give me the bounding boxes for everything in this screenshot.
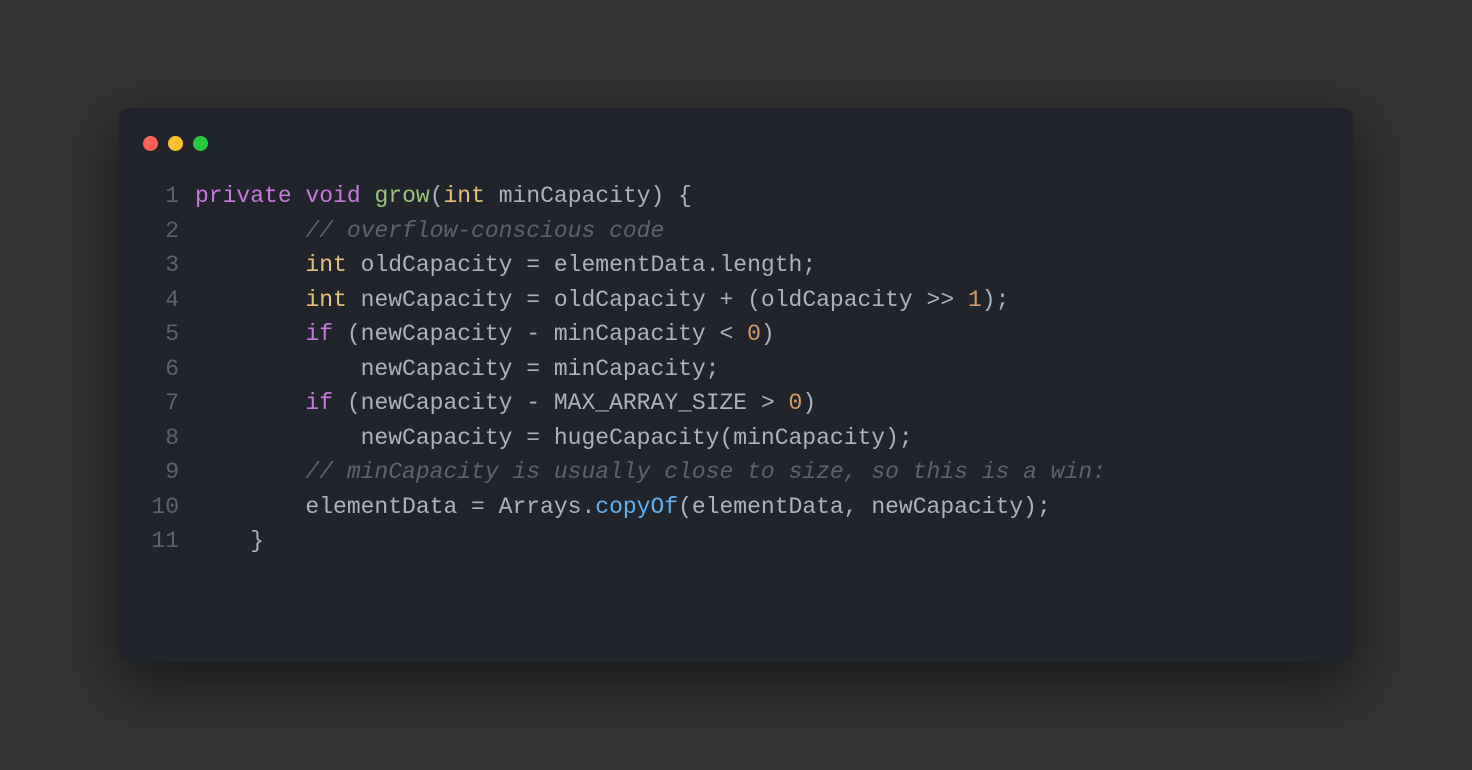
code-token: elementData = Arrays. <box>195 494 595 520</box>
code-token: // overflow-conscious code <box>305 218 664 244</box>
code-line: 10 elementData = Arrays.copyOf(elementDa… <box>119 490 1353 525</box>
line-number: 1 <box>119 179 195 214</box>
code-line: 3 int oldCapacity = elementData.length; <box>119 248 1353 283</box>
code-token <box>195 459 305 485</box>
code-window: 1private void grow(int minCapacity) {2 /… <box>119 108 1353 662</box>
code-line: 8 newCapacity = hugeCapacity(minCapacity… <box>119 421 1353 456</box>
zoom-icon[interactable] <box>193 136 208 151</box>
minimize-icon[interactable] <box>168 136 183 151</box>
code-token: if <box>305 390 333 416</box>
code-token: 1 <box>968 287 982 313</box>
line-number: 5 <box>119 317 195 352</box>
line-content: elementData = Arrays.copyOf(elementData,… <box>195 490 1051 525</box>
line-content: int oldCapacity = elementData.length; <box>195 248 816 283</box>
code-token <box>292 183 306 209</box>
line-number: 2 <box>119 214 195 249</box>
code-token: int <box>305 287 346 313</box>
code-token <box>195 218 305 244</box>
code-line: 11 } <box>119 524 1353 559</box>
code-token: grow <box>374 183 429 209</box>
code-token: minCapacity) { <box>485 183 692 209</box>
code-token <box>361 183 375 209</box>
code-token: ( <box>430 183 444 209</box>
window-titlebar <box>119 132 1353 179</box>
code-token: newCapacity = minCapacity; <box>195 356 720 382</box>
code-token: } <box>195 528 264 554</box>
line-content: private void grow(int minCapacity) { <box>195 179 692 214</box>
code-token: (newCapacity - MAX_ARRAY_SIZE > <box>333 390 788 416</box>
line-content: } <box>195 524 264 559</box>
code-line: 7 if (newCapacity - MAX_ARRAY_SIZE > 0) <box>119 386 1353 421</box>
line-number: 9 <box>119 455 195 490</box>
line-number: 4 <box>119 283 195 318</box>
line-content: newCapacity = minCapacity; <box>195 352 720 387</box>
code-line: 6 newCapacity = minCapacity; <box>119 352 1353 387</box>
code-line: 4 int newCapacity = oldCapacity + (oldCa… <box>119 283 1353 318</box>
code-token: (elementData, newCapacity); <box>678 494 1051 520</box>
line-number: 6 <box>119 352 195 387</box>
line-number: 7 <box>119 386 195 421</box>
code-token: ) <box>802 390 816 416</box>
code-line: 1private void grow(int minCapacity) { <box>119 179 1353 214</box>
code-token: private <box>195 183 292 209</box>
line-number: 3 <box>119 248 195 283</box>
code-token: oldCapacity = elementData.length; <box>347 252 816 278</box>
code-token: int <box>305 252 346 278</box>
line-content: if (newCapacity - minCapacity < 0) <box>195 317 775 352</box>
code-line: 2 // overflow-conscious code <box>119 214 1353 249</box>
code-token: ) <box>761 321 775 347</box>
code-token: int <box>444 183 485 209</box>
line-content: // overflow-conscious code <box>195 214 664 249</box>
code-token: newCapacity = hugeCapacity(minCapacity); <box>195 425 913 451</box>
code-token <box>195 252 305 278</box>
code-line: 9 // minCapacity is usually close to siz… <box>119 455 1353 490</box>
line-content: newCapacity = hugeCapacity(minCapacity); <box>195 421 913 456</box>
line-number: 10 <box>119 490 195 525</box>
code-token: 0 <box>789 390 803 416</box>
code-token: newCapacity = oldCapacity + (oldCapacity… <box>347 287 968 313</box>
line-content: // minCapacity is usually close to size,… <box>195 455 1106 490</box>
code-token: (newCapacity - minCapacity < <box>333 321 747 347</box>
code-line: 5 if (newCapacity - minCapacity < 0) <box>119 317 1353 352</box>
line-content: if (newCapacity - MAX_ARRAY_SIZE > 0) <box>195 386 816 421</box>
code-token: // minCapacity is usually close to size,… <box>305 459 1106 485</box>
code-block[interactable]: 1private void grow(int minCapacity) {2 /… <box>119 179 1353 559</box>
code-token: copyOf <box>595 494 678 520</box>
code-token: 0 <box>747 321 761 347</box>
line-content: int newCapacity = oldCapacity + (oldCapa… <box>195 283 1009 318</box>
code-token: if <box>305 321 333 347</box>
code-token: ); <box>982 287 1010 313</box>
close-icon[interactable] <box>143 136 158 151</box>
line-number: 11 <box>119 524 195 559</box>
code-token <box>195 321 305 347</box>
code-token: void <box>305 183 360 209</box>
code-token <box>195 287 305 313</box>
code-token <box>195 390 305 416</box>
line-number: 8 <box>119 421 195 456</box>
